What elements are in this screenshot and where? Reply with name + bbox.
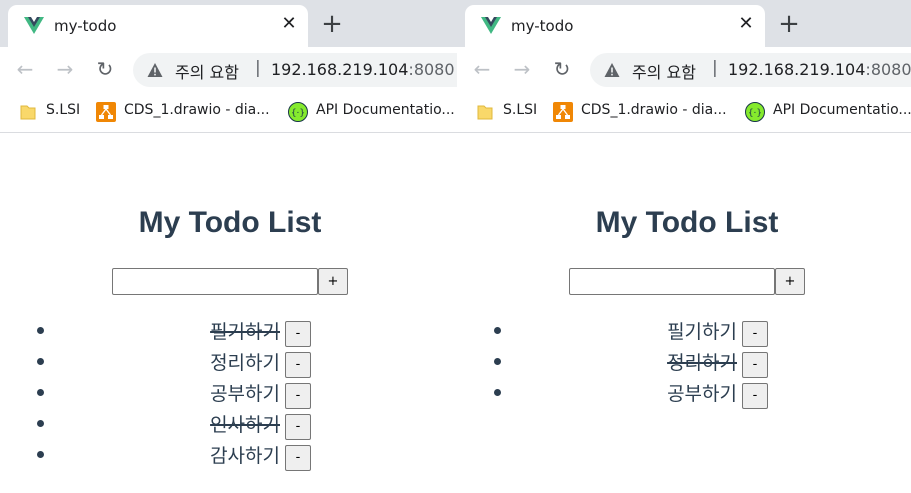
browser-toolbar: ← → ↻ 주의 요함 | 192.168.219.104:8080 [0, 47, 457, 93]
todo-item-text[interactable]: 정리하기 [210, 348, 280, 375]
bookmark-label: API Documentatio... [316, 102, 455, 118]
url-text: 192.168.219.104:8080 [271, 60, 455, 79]
todo-item-text[interactable]: 필기하기 [667, 317, 737, 344]
bullet-icon [37, 451, 44, 458]
folder-icon [20, 105, 36, 120]
bookmark-label: S.LSI [46, 102, 81, 118]
delete-todo-button[interactable]: - [285, 414, 311, 440]
todo-item-text[interactable]: 공부하기 [667, 379, 737, 406]
delete-todo-button[interactable]: - [742, 352, 768, 378]
swagger-icon: {·} [288, 102, 308, 122]
add-todo-button[interactable]: + [775, 268, 805, 295]
reload-icon[interactable]: ↻ [549, 56, 575, 82]
bookmark-label: CDS_1.drawio - dia... [581, 102, 727, 118]
tab-strip: my-todo ✕ + [0, 0, 457, 47]
page-content: My Todo List + 필기하기 - 정리하기 - 공부하기 - 인사하기 [0, 134, 457, 493]
todo-item: 공부하기 - [0, 378, 457, 409]
reload-icon[interactable]: ↻ [92, 56, 118, 82]
bookmarks-bar: S.LSI CDS_1.drawio - dia... {·} API Docu… [0, 93, 457, 133]
folder-icon [477, 105, 493, 120]
url-separator: | [255, 58, 261, 78]
todo-item: 감사하기 - [0, 440, 457, 471]
swagger-icon: {·} [745, 102, 765, 122]
bullet-icon [494, 327, 501, 334]
browser-toolbar: ← → ↻ 주의 요함 | 192.168.219.104:8080 [457, 47, 911, 93]
todo-item-text[interactable]: 필기하기 [210, 317, 280, 344]
todo-item-text[interactable]: 감사하기 [210, 441, 280, 468]
delete-todo-button[interactable]: - [285, 383, 311, 409]
tab-my-todo[interactable]: my-todo ✕ [8, 5, 308, 47]
todo-list: 필기하기 - 정리하기 - 공부하기 - [457, 316, 911, 409]
delete-todo-button[interactable]: - [285, 321, 311, 347]
svg-text:{·}: {·} [748, 109, 762, 119]
security-warning-text: 주의 요함 [632, 63, 696, 82]
todo-input[interactable] [112, 268, 318, 295]
bookmark-label: CDS_1.drawio - dia... [124, 102, 270, 118]
delete-todo-button[interactable]: - [285, 352, 311, 378]
todo-item: 정리하기 - [0, 347, 457, 378]
vue-logo-icon [481, 17, 501, 34]
todo-item-text[interactable]: 공부하기 [210, 379, 280, 406]
close-tab-icon[interactable]: ✕ [735, 13, 757, 35]
bookmark-label: API Documentatio... [773, 102, 911, 118]
delete-todo-button[interactable]: - [742, 383, 768, 409]
back-arrow-icon[interactable]: ← [12, 56, 38, 82]
svg-text:{·}: {·} [291, 109, 305, 119]
vue-logo-icon [24, 17, 44, 34]
browser-window-left: my-todo ✕ + ← → ↻ 주의 요함 | 192.168.219.10… [0, 0, 457, 493]
warning-icon [147, 63, 163, 77]
address-bar[interactable]: 주의 요함 | 192.168.219.104:8080 [590, 53, 911, 87]
todo-item-text[interactable]: 정리하기 [667, 348, 737, 375]
delete-todo-button[interactable]: - [285, 445, 311, 471]
bullet-icon [37, 420, 44, 427]
todo-item: 정리하기 - [457, 347, 911, 378]
back-arrow-icon[interactable]: ← [469, 56, 495, 82]
new-tab-icon[interactable]: + [775, 11, 803, 39]
url-text: 192.168.219.104:8080 [728, 60, 911, 79]
todo-item: 필기하기 - [0, 316, 457, 347]
todo-item: 필기하기 - [457, 316, 911, 347]
todo-list: 필기하기 - 정리하기 - 공부하기 - 인사하기 - 감사하기 - [0, 316, 457, 471]
page-title: My Todo List [138, 206, 322, 239]
tab-strip: my-todo ✕ + [457, 0, 911, 47]
todo-item-text[interactable]: 인사하기 [210, 410, 280, 437]
url-port: :8080 [865, 60, 911, 79]
todo-item: 인사하기 - [0, 409, 457, 440]
tab-my-todo[interactable]: my-todo ✕ [465, 5, 765, 47]
new-tab-icon[interactable]: + [318, 11, 346, 39]
security-warning-text: 주의 요함 [175, 63, 239, 82]
forward-arrow-icon[interactable]: → [509, 56, 535, 82]
url-separator: | [712, 58, 718, 78]
bullet-icon [494, 358, 501, 365]
warning-icon [604, 63, 620, 77]
url-port: :8080 [408, 60, 455, 79]
tab-title: my-todo [511, 17, 574, 35]
bullet-icon [37, 389, 44, 396]
todo-item: 공부하기 - [457, 378, 911, 409]
url-host: 192.168.219.104 [728, 60, 866, 79]
bookmarks-bar: S.LSI CDS_1.drawio - dia... {·} API Docu… [457, 93, 911, 133]
drawio-icon [96, 102, 116, 122]
browser-window-right: my-todo ✕ + ← → ↻ 주의 요함 | 192.168.219.10… [457, 0, 911, 493]
address-bar[interactable]: 주의 요함 | 192.168.219.104:8080 [133, 53, 457, 87]
page-content: My Todo List + 필기하기 - 정리하기 - 공부하기 - [457, 134, 911, 493]
bullet-icon [37, 327, 44, 334]
forward-arrow-icon[interactable]: → [52, 56, 78, 82]
bullet-icon [494, 389, 501, 396]
add-todo-button[interactable]: + [318, 268, 348, 295]
close-tab-icon[interactable]: ✕ [278, 13, 300, 35]
drawio-icon [553, 102, 573, 122]
todo-input[interactable] [569, 268, 775, 295]
delete-todo-button[interactable]: - [742, 321, 768, 347]
page-title: My Todo List [595, 206, 779, 239]
bullet-icon [37, 358, 44, 365]
tab-title: my-todo [54, 17, 117, 35]
url-host: 192.168.219.104 [271, 60, 409, 79]
bookmark-label: S.LSI [503, 102, 538, 118]
